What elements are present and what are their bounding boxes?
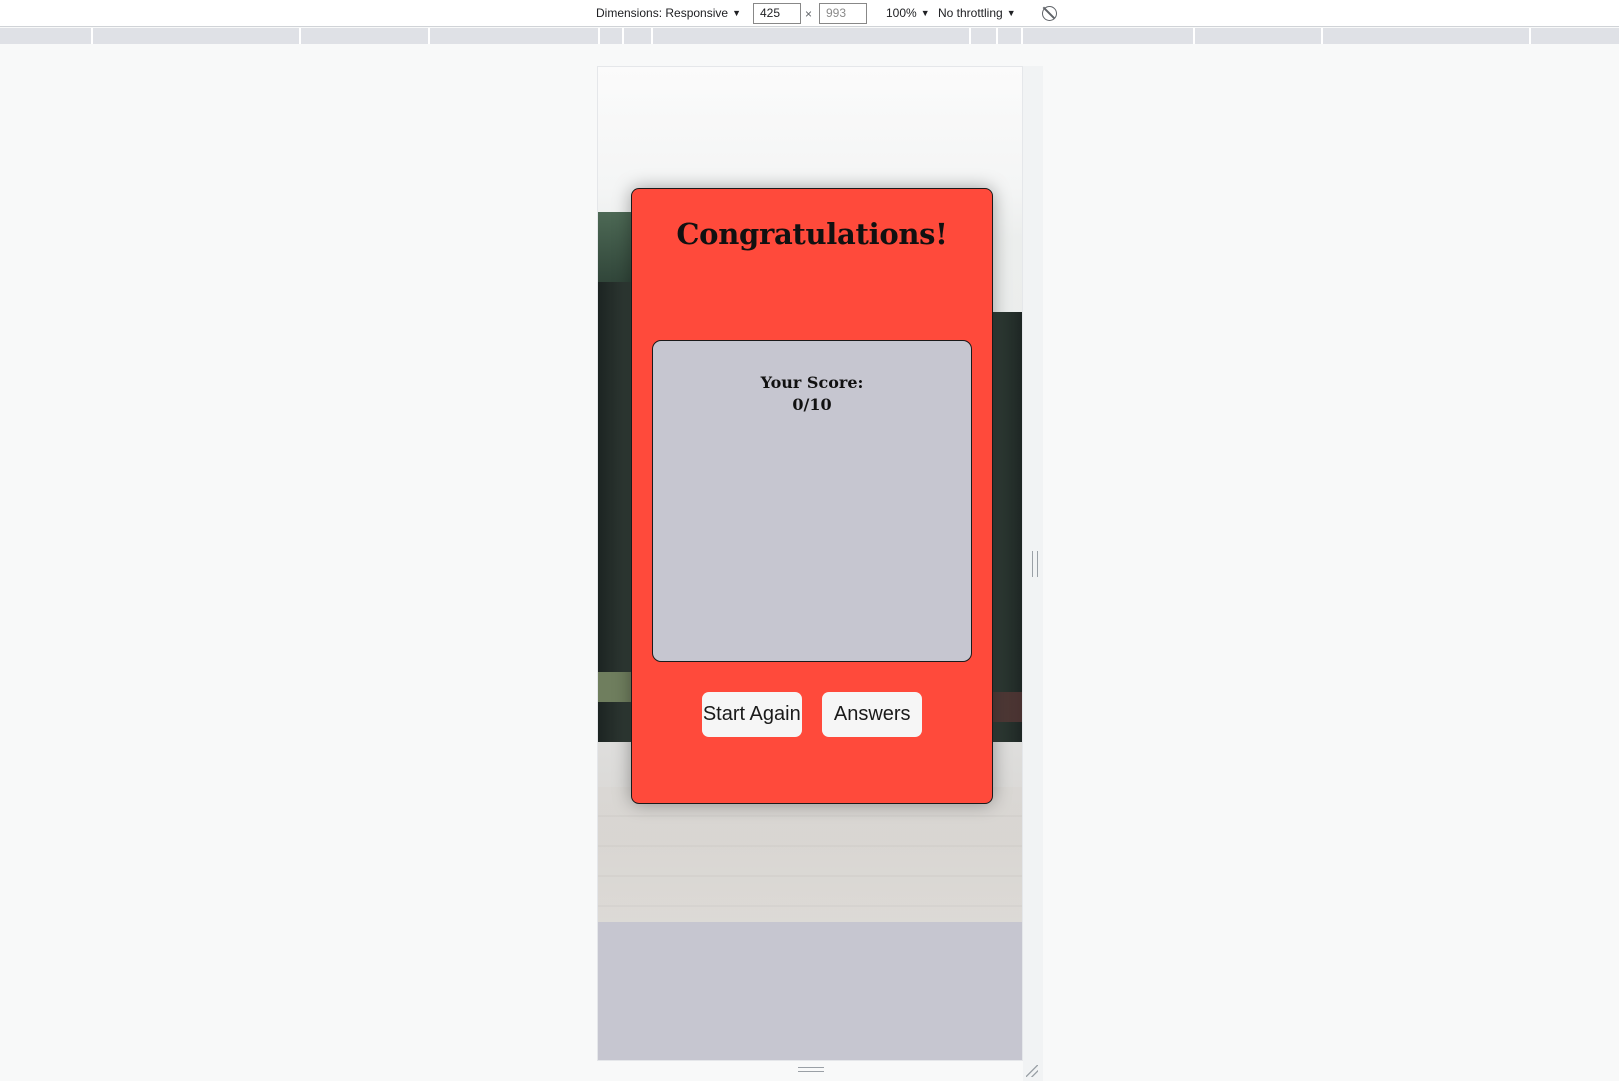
chevron-down-icon: ▼ <box>732 8 741 18</box>
media-query-divider <box>1193 28 1195 44</box>
zoom-label: 100% <box>886 6 917 20</box>
dimensions-label: Dimensions: Responsive <box>596 6 729 20</box>
answers-button[interactable]: Answers <box>822 692 923 737</box>
resize-handle-icon[interactable] <box>798 1067 824 1072</box>
media-query-divider <box>299 28 301 44</box>
width-input[interactable]: 425 <box>753 3 801 24</box>
media-query-divider <box>1529 28 1531 44</box>
device-viewport: Congratulations! Your Score: 0/10 Start … <box>597 66 1023 1061</box>
media-query-divider <box>598 28 600 44</box>
chevron-down-icon: ▼ <box>1006 8 1016 18</box>
resize-handle-icon[interactable] <box>1032 551 1038 577</box>
media-query-divider <box>428 28 430 44</box>
media-query-divider <box>651 28 653 44</box>
dimensions-dropdown[interactable]: Dimensions: Responsive ▼ <box>596 0 741 27</box>
media-query-divider <box>1321 28 1323 44</box>
background-grass <box>598 672 632 702</box>
media-query-divider <box>622 28 624 44</box>
score-panel: Your Score: 0/10 <box>652 340 972 662</box>
background-paving <box>598 787 1022 922</box>
congratulations-heading: Congratulations! <box>676 217 948 251</box>
media-query-divider <box>1021 28 1023 44</box>
result-card: Congratulations! Your Score: 0/10 Start … <box>631 188 993 804</box>
media-query-bar[interactable] <box>0 28 1619 44</box>
score-value: 0/10 <box>792 395 832 414</box>
action-buttons: Start Again Answers <box>632 692 992 737</box>
devtools-toolbar: Dimensions: Responsive ▼ 425 × 993 100% ▼ … <box>0 0 1619 27</box>
chevron-down-icon: ▼ <box>920 8 930 18</box>
background-trees-right <box>992 312 1022 742</box>
resize-corner-icon[interactable] <box>1026 1065 1038 1077</box>
background-trees-left <box>598 212 632 742</box>
rotate-icon[interactable] <box>1042 6 1057 21</box>
media-query-divider <box>969 28 971 44</box>
throttling-label: No throttling <box>938 6 1003 20</box>
start-again-button[interactable]: Start Again <box>701 692 802 737</box>
zoom-dropdown[interactable]: 100% ▼ <box>886 0 930 27</box>
media-query-divider <box>91 28 93 44</box>
times-icon: × <box>805 7 813 21</box>
media-query-divider <box>996 28 998 44</box>
height-input[interactable]: 993 <box>819 3 867 24</box>
throttling-dropdown[interactable]: No throttling ▼ <box>938 0 1016 27</box>
score-label: Your Score: <box>760 373 864 392</box>
